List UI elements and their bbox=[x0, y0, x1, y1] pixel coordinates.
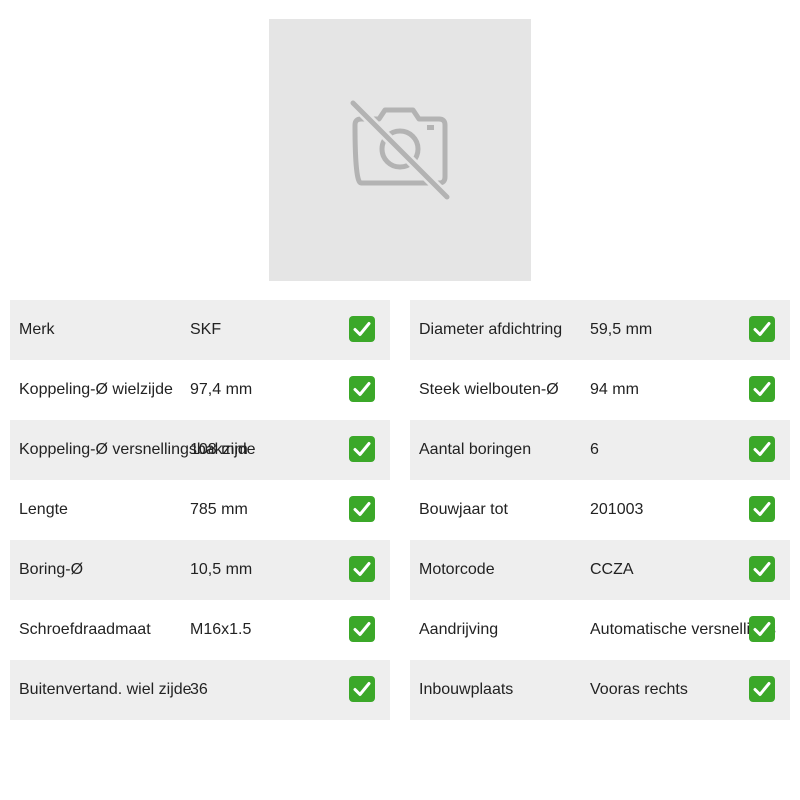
spec-value: 6 bbox=[590, 441, 599, 458]
spec-row: Lengte 785 mm bbox=[10, 480, 390, 540]
spec-row: Diameter afdichtring 59,5 mm bbox=[410, 300, 790, 360]
check-icon bbox=[349, 376, 375, 402]
spec-label: Merk bbox=[19, 321, 55, 338]
spec-label: Motorcode bbox=[419, 561, 495, 578]
spec-row: Inbouwplaats Vooras rechts bbox=[410, 660, 790, 720]
spec-label: Boring-Ø bbox=[19, 561, 84, 578]
product-image-placeholder bbox=[269, 19, 531, 281]
spec-label: Diameter afdichtring bbox=[419, 321, 563, 338]
check-icon bbox=[749, 376, 775, 402]
spec-label: Aandrijving bbox=[419, 621, 499, 638]
spec-value: 10,5 mm bbox=[190, 561, 253, 578]
spec-value: 94 mm bbox=[590, 381, 639, 398]
spec-table-left: Merk SKF Koppeling-Ø wielzijde 97,4 mm K… bbox=[10, 300, 390, 720]
spec-value: 108 mm bbox=[190, 441, 248, 458]
spec-value: 785 mm bbox=[190, 501, 248, 518]
check-icon bbox=[349, 316, 375, 342]
spec-row: Aandrijving Automatische versnellings bbox=[410, 600, 790, 660]
spec-label: Inbouwplaats bbox=[419, 681, 514, 698]
spec-value: Automatische versnellings bbox=[590, 621, 776, 638]
spec-value: SKF bbox=[190, 321, 222, 338]
check-icon bbox=[349, 496, 375, 522]
spec-row: Bouwjaar tot 201003 bbox=[410, 480, 790, 540]
spec-value: 97,4 mm bbox=[190, 381, 253, 398]
spec-label: Steek wielbouten-Ø bbox=[419, 381, 559, 398]
spec-row: Schroefdraadmaat M16x1.5 bbox=[10, 600, 390, 660]
spec-row: Boring-Ø 10,5 mm bbox=[10, 540, 390, 600]
spec-label: Lengte bbox=[19, 501, 68, 518]
check-icon bbox=[349, 556, 375, 582]
spec-table-right: Diameter afdichtring 59,5 mm Steek wielb… bbox=[410, 300, 790, 720]
spec-label: Bouwjaar tot bbox=[419, 501, 508, 518]
check-icon bbox=[749, 676, 775, 702]
spec-value: M16x1.5 bbox=[190, 621, 252, 638]
spec-label: Buitenvertand. wiel zijde bbox=[19, 681, 192, 698]
check-icon bbox=[349, 676, 375, 702]
spec-value: CCZA bbox=[590, 561, 634, 578]
spec-value: 59,5 mm bbox=[590, 321, 653, 338]
check-icon bbox=[349, 436, 375, 462]
no-camera-icon bbox=[349, 99, 451, 201]
spec-label: Schroefdraadmaat bbox=[19, 621, 151, 638]
check-icon bbox=[749, 316, 775, 342]
spec-row: Aantal boringen 6 bbox=[410, 420, 790, 480]
spec-row: Merk SKF bbox=[10, 300, 390, 360]
check-icon bbox=[749, 556, 775, 582]
spec-row: Steek wielbouten-Ø 94 mm bbox=[410, 360, 790, 420]
spec-value: 201003 bbox=[590, 501, 644, 518]
spec-row: Koppeling-Ø wielzijde 97,4 mm bbox=[10, 360, 390, 420]
spec-label: Koppeling-Ø wielzijde bbox=[19, 381, 173, 398]
check-icon bbox=[749, 496, 775, 522]
spec-row: Buitenvertand. wiel zijde 36 bbox=[10, 660, 390, 720]
check-icon bbox=[749, 616, 775, 642]
spec-value: 36 bbox=[190, 681, 208, 698]
check-icon bbox=[349, 616, 375, 642]
spec-row: Koppeling-Ø versnellingsbakzijde 108 mm bbox=[10, 420, 390, 480]
spec-row: Motorcode CCZA bbox=[410, 540, 790, 600]
spec-label: Aantal boringen bbox=[419, 441, 532, 458]
check-icon bbox=[749, 436, 775, 462]
spec-value: Vooras rechts bbox=[590, 681, 688, 698]
